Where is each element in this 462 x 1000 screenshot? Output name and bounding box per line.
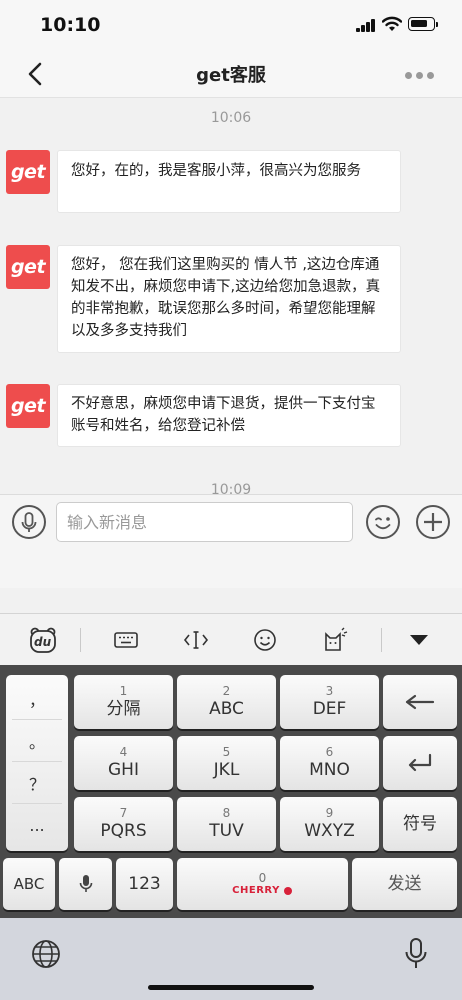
key-5[interactable]: 5 JKL — [177, 736, 276, 790]
abc-mode-key[interactable]: ABC — [3, 858, 55, 910]
key-6[interactable]: 6 MNO — [280, 736, 379, 790]
backspace-key[interactable] — [383, 675, 457, 729]
sticker-cat-icon[interactable] — [321, 626, 349, 654]
key-number: 2 — [222, 683, 231, 698]
wink-face-icon — [375, 517, 391, 530]
symbol-key[interactable]: 符号 — [383, 797, 457, 851]
microphone-icon — [79, 875, 92, 892]
page-title: get客服 — [196, 65, 266, 86]
key-letters: 分隔 — [106, 698, 141, 719]
key-letters: WXYZ — [304, 820, 355, 841]
return-icon — [408, 753, 432, 772]
enter-key[interactable] — [383, 736, 457, 790]
plus-icon — [424, 513, 442, 531]
timestamp: 10:09 — [210, 482, 252, 494]
key-letters: GHI — [108, 759, 139, 780]
key-number: 4 — [119, 744, 128, 759]
battery-icon — [408, 17, 438, 31]
punct-key-ellipsis[interactable]: ... — [12, 805, 62, 846]
cherry-brand-logo: CHERRY — [232, 885, 293, 896]
key-3[interactable]: 3 DEF — [280, 675, 379, 729]
key-label: 符号 — [403, 814, 437, 834]
key-label: ABC — [13, 875, 45, 893]
dictation-microphone-icon[interactable] — [402, 936, 430, 972]
message-input[interactable] — [56, 502, 353, 542]
keyboard-toolbar: du — [0, 613, 462, 665]
key-8[interactable]: 8 TUV — [177, 797, 276, 851]
wifi-icon — [382, 16, 402, 31]
key-letters: TUV — [209, 820, 244, 841]
key-number: 0 — [258, 871, 267, 885]
key-label: 发送 — [387, 874, 422, 894]
home-indicator — [148, 985, 314, 990]
microphone-icon — [21, 512, 37, 532]
collapse-keyboard-icon[interactable] — [405, 626, 433, 654]
nav-bar: get客服 — [0, 50, 462, 98]
cursor-move-icon[interactable] — [182, 626, 210, 654]
key-2[interactable]: 2 ABC — [177, 675, 276, 729]
avatar[interactable]: get — [6, 245, 50, 289]
message-bubble[interactable]: 您好，在的，我是客服小萍，很高兴为您服务 — [57, 150, 401, 213]
input-bar — [0, 494, 462, 588]
status-bar: 10:10 — [0, 0, 462, 50]
emoji-icon[interactable] — [251, 626, 279, 654]
key-4[interactable]: 4 GHI — [74, 736, 173, 790]
globe-icon[interactable] — [30, 938, 62, 970]
send-key[interactable]: 发送 — [352, 858, 457, 910]
key-9[interactable]: 9 WXYZ — [280, 797, 379, 851]
backspace-icon — [405, 694, 435, 710]
avatar-logo: get — [10, 161, 46, 183]
key-label: 123 — [128, 874, 161, 894]
number-mode-key[interactable]: 123 — [116, 858, 173, 910]
avatar[interactable]: get — [6, 384, 50, 428]
key-number: 7 — [119, 805, 128, 820]
key-number: 1 — [119, 683, 128, 698]
signal-icon — [356, 19, 376, 32]
more-icon[interactable] — [402, 64, 438, 84]
cherry-icon — [283, 886, 292, 895]
voice-key[interactable] — [59, 858, 112, 910]
cherry-brand-text: CHERRY — [232, 885, 280, 896]
key-number: 6 — [325, 744, 334, 759]
punctuation-column: ， 。 ？ ... — [6, 675, 68, 851]
key-number: 8 — [222, 805, 231, 820]
avatar[interactable]: get — [6, 150, 50, 194]
message-bubble[interactable]: 您好， 您在我们这里购买的 情人节 ,这边仓库通知发不出，麻烦您申请下,这边给您… — [57, 245, 401, 353]
voice-input-button[interactable] — [12, 505, 46, 539]
key-letters: MNO — [309, 759, 350, 780]
key-number: 3 — [325, 683, 334, 698]
key-letters: JKL — [213, 759, 240, 780]
keyboard-icon[interactable] — [112, 626, 140, 654]
key-number: 5 — [222, 744, 231, 759]
punct-key-comma[interactable]: ， — [12, 679, 62, 720]
avatar-logo: get — [10, 256, 46, 278]
du-logo-icon[interactable]: du — [28, 626, 58, 654]
key-letters: PQRS — [100, 820, 147, 841]
message-bubble[interactable]: 不好意思，麻烦您申请下退货，提供一下支付宝账号和姓名，给您登记补偿 — [57, 384, 401, 447]
punct-key-period[interactable]: 。 — [12, 721, 62, 762]
key-7[interactable]: 7 PQRS — [74, 797, 173, 851]
key-number: 9 — [325, 805, 334, 820]
key-1[interactable]: 1 分隔 — [74, 675, 173, 729]
add-attachment-button[interactable] — [416, 505, 450, 539]
timestamp: 10:06 — [210, 110, 252, 126]
space-key[interactable]: 0 CHERRY — [177, 858, 348, 910]
du-logo-text: du — [34, 635, 52, 649]
t9-keyboard: ， 。 ？ ... 1 分隔 2 ABC 3 DEF 4 GHI 5 JKL 6… — [0, 665, 462, 918]
punct-key-question[interactable]: ？ — [12, 763, 62, 804]
emoji-button[interactable] — [366, 505, 400, 539]
avatar-logo: get — [10, 395, 46, 417]
key-letters: ABC — [209, 698, 244, 719]
key-letters: DEF — [312, 698, 347, 719]
chat-area[interactable]: 10:06 get 您好，在的，我是客服小萍，很高兴为您服务 get 您好， 您… — [0, 98, 462, 494]
status-time: 10:10 — [40, 14, 101, 36]
